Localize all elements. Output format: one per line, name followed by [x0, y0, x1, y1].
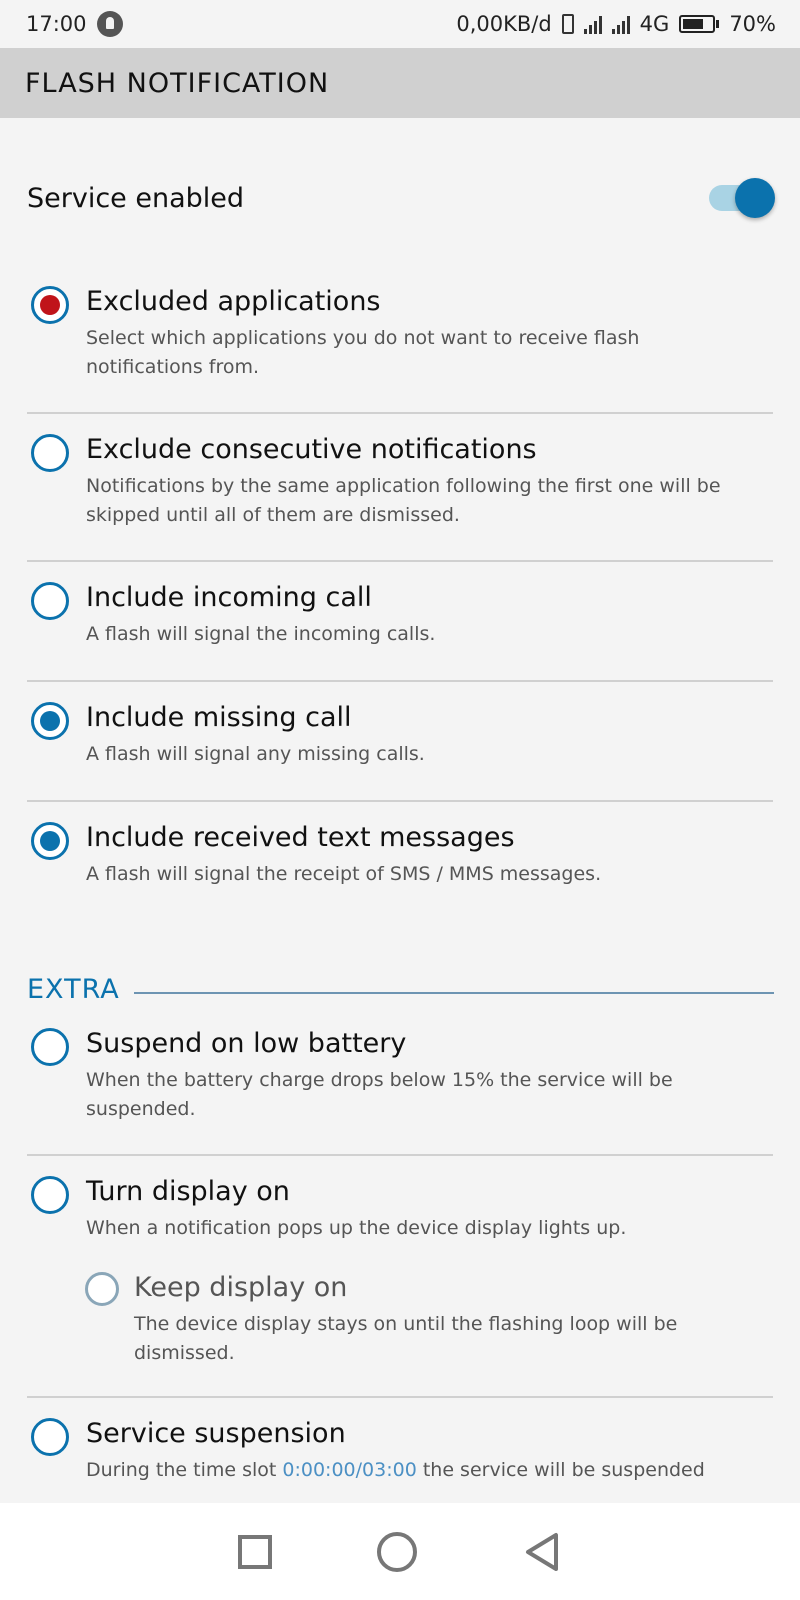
- app-header: FLASH NOTIFICATION: [0, 48, 800, 118]
- network-speed: 0,00KB/d: [456, 12, 552, 36]
- option-description: A flash will signal the incoming calls.: [86, 623, 436, 645]
- notification-bell-icon: [96, 11, 123, 37]
- option-title: Include received text messages: [86, 822, 515, 853]
- signal-icon-1: [583, 14, 602, 34]
- divider: [27, 1396, 773, 1398]
- network-type: 4G: [639, 12, 670, 36]
- signal-icon-2: [611, 14, 630, 34]
- option-title: Service suspension: [86, 1418, 346, 1449]
- desc-text: the service will be suspended: [416, 1459, 705, 1481]
- option-description: Select which applications you do not wan…: [86, 327, 640, 378]
- battery-icon: [679, 15, 720, 33]
- radio-excluded-applications[interactable]: [31, 286, 69, 324]
- option-description: The device display stays on until the fl…: [134, 1313, 678, 1364]
- option-title: Include missing call: [86, 702, 352, 733]
- back-icon[interactable]: [522, 1531, 562, 1573]
- section-divider: [134, 992, 774, 994]
- radio-service-suspension[interactable]: [31, 1418, 69, 1456]
- option-description: When the battery charge drops below 15% …: [86, 1069, 673, 1120]
- radio-exclude-consecutive[interactable]: [31, 434, 69, 472]
- divider: [27, 412, 773, 414]
- recents-icon[interactable]: [238, 1534, 272, 1569]
- settings-list: Service enabled Excluded applications Se…: [0, 118, 800, 1503]
- option-description: A flash will signal any missing calls.: [86, 743, 425, 765]
- radio-suspend-low-battery[interactable]: [31, 1028, 69, 1066]
- time-slot-link[interactable]: 0:00:00/03:00: [282, 1459, 416, 1481]
- option-title: Keep display on: [134, 1272, 348, 1303]
- divider: [27, 1154, 773, 1156]
- option-title: Suspend on low battery: [86, 1028, 407, 1059]
- divider: [27, 800, 773, 802]
- service-enabled-toggle[interactable]: [709, 178, 775, 218]
- option-description: During the time slot 0:00:00/03:00 the s…: [86, 1456, 756, 1485]
- radio-include-text-messages[interactable]: [31, 822, 69, 860]
- option-description: A flash will signal the receipt of SMS /…: [86, 863, 602, 885]
- status-bar: 17:00 0,00KB/d 4G 70%: [0, 0, 800, 48]
- option-description: Notifications by the same application fo…: [86, 475, 721, 526]
- option-description: When a notification pops up the device d…: [86, 1217, 627, 1239]
- divider: [27, 680, 773, 682]
- divider: [27, 560, 773, 562]
- page-title: FLASH NOTIFICATION: [25, 67, 330, 99]
- home-icon[interactable]: [377, 1531, 417, 1572]
- option-title: Include incoming call: [86, 582, 372, 613]
- option-title: Exclude consecutive notifications: [86, 434, 537, 465]
- radio-include-incoming-call[interactable]: [31, 582, 69, 620]
- service-enabled-label: Service enabled: [27, 182, 245, 214]
- vibrate-icon: [561, 14, 574, 34]
- radio-keep-display-on[interactable]: [85, 1272, 119, 1306]
- desc-text: During the time slot: [86, 1459, 283, 1481]
- status-time: 17:00: [26, 12, 87, 36]
- radio-include-missing-call[interactable]: [31, 702, 69, 740]
- option-title: Excluded applications: [86, 286, 381, 317]
- service-enabled-row[interactable]: Service enabled: [27, 178, 775, 218]
- battery-percent: 70%: [729, 12, 776, 36]
- section-title-extra: EXTRA: [27, 974, 120, 1005]
- system-navigation-bar: [0, 1503, 800, 1600]
- radio-turn-display-on[interactable]: [31, 1176, 69, 1214]
- option-title: Turn display on: [86, 1176, 290, 1207]
